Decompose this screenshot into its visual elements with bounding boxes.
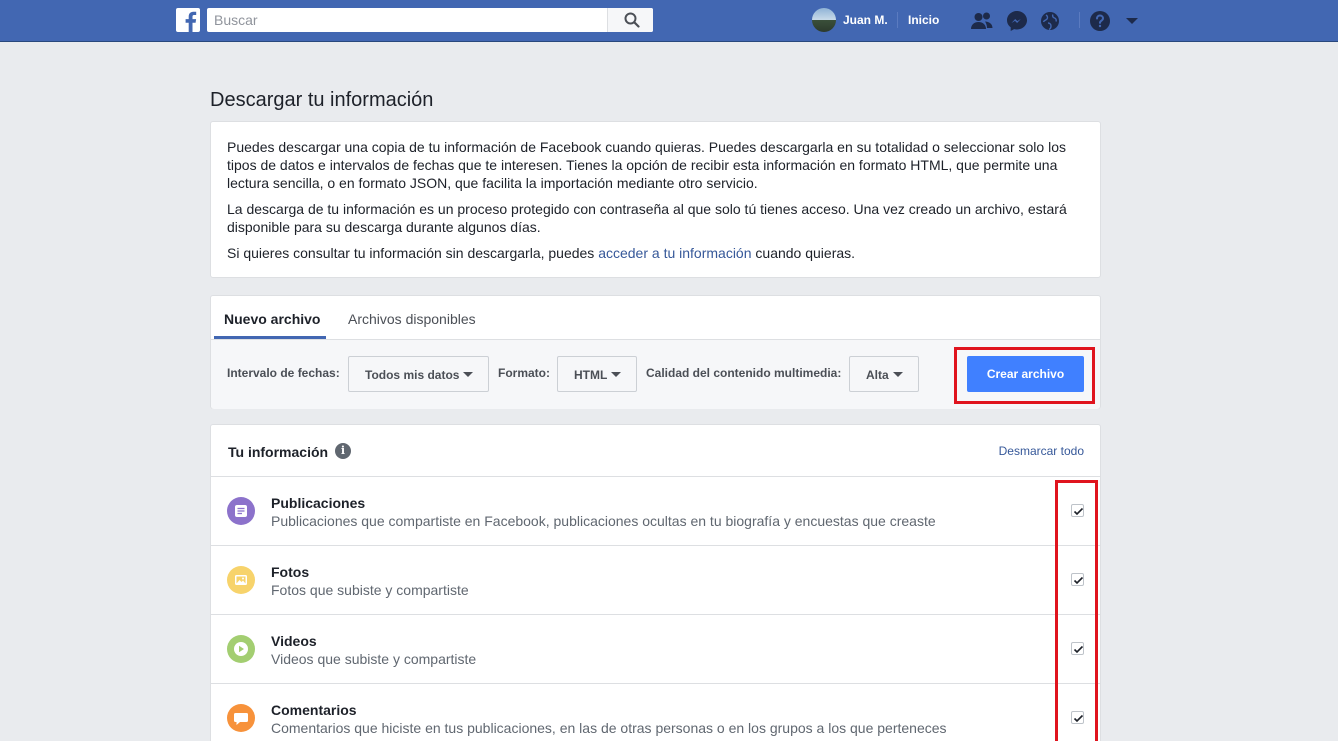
user-name-link[interactable]: Juan M. [843,13,888,27]
help-icon[interactable] [1088,9,1112,33]
date-range-label: Intervalo de fechas: [227,366,340,380]
photos-icon [227,566,255,594]
unmark-all-link[interactable]: Desmarcar todo [999,444,1084,458]
list-item[interactable]: Publicaciones Publicaciones que comparti… [211,477,1100,546]
tab-available-files[interactable]: Archivos disponibles [348,311,476,327]
format-dropdown[interactable]: HTML [557,356,637,392]
search-input[interactable] [207,8,607,32]
item-title: Publicaciones [271,495,366,511]
item-description: Videos que subiste y compartiste [271,651,477,667]
nav-divider [897,12,898,28]
page-title: Descargar tu información [210,89,434,111]
list-item[interactable]: Fotos Fotos que subiste y compartiste [211,546,1100,615]
item-title: Fotos [271,564,310,580]
intro-card: Puedes descargar una copia de tu informa… [210,121,1101,278]
date-range-value: Todos mis datos [365,368,460,382]
media-quality-label: Calidad del contenido multimedia: [646,366,842,380]
item-description: Publicaciones que compartiste en Faceboo… [271,513,936,529]
intro-paragraph: Puedes descargar una copia de tu informa… [227,139,1066,191]
item-description: Comentarios que hiciste en tus publicaci… [271,720,947,736]
item-description: Fotos que subiste y compartiste [271,582,469,598]
comments-icon [227,704,255,732]
highlight-box [1055,480,1098,741]
nav-divider [1079,12,1080,28]
access-your-info-link[interactable]: acceder a tu información [598,245,751,261]
tab-new-file[interactable]: Nuevo archivo [224,311,320,327]
facebook-logo-icon[interactable] [176,8,200,32]
top-navigation-bar: Juan M. Inicio [0,0,1338,42]
intro-text: cuando quieras. [751,245,856,261]
date-range-dropdown[interactable]: Todos mis datos [348,356,489,392]
info-header: Tu información i Desmarcar todo [211,425,1100,477]
search-box [207,8,653,32]
posts-icon [227,497,255,525]
tab-bar: Nuevo archivo Archivos disponibles [211,296,1100,340]
notifications-globe-icon[interactable] [1038,9,1062,33]
list-item[interactable]: Comentarios Comentarios que hiciste en t… [211,684,1100,741]
caret-down-icon [892,372,903,377]
intro-paragraph: Si quieres consultar tu información sin … [227,244,1084,262]
intro-paragraph: La descarga de tu información es un proc… [227,201,1067,235]
messenger-icon[interactable] [1005,9,1029,33]
item-title: Videos [271,633,317,649]
info-icon[interactable]: i [335,443,351,459]
media-quality-value: Alta [866,368,889,382]
avatar[interactable] [812,8,836,32]
info-title: Tu información [228,444,329,460]
friend-requests-icon[interactable] [970,9,994,33]
highlight-box [954,347,1095,404]
your-information-card: Tu información i Desmarcar todo Publicac… [210,424,1101,741]
active-tab-indicator [214,336,326,339]
format-value: HTML [574,368,608,382]
videos-icon [227,635,255,663]
caret-down-icon [463,372,474,377]
home-link[interactable]: Inicio [908,13,939,27]
caret-down-icon [611,372,622,377]
search-button[interactable] [607,8,653,32]
list-item[interactable]: Videos Videos que subiste y compartiste [211,615,1100,684]
search-icon [624,12,640,28]
intro-text: Si quieres consultar tu información sin … [227,245,599,261]
item-title: Comentarios [271,702,357,718]
format-label: Formato: [498,366,550,380]
media-quality-dropdown[interactable]: Alta [849,356,919,392]
account-menu-chevron-down-icon[interactable] [1120,9,1144,33]
